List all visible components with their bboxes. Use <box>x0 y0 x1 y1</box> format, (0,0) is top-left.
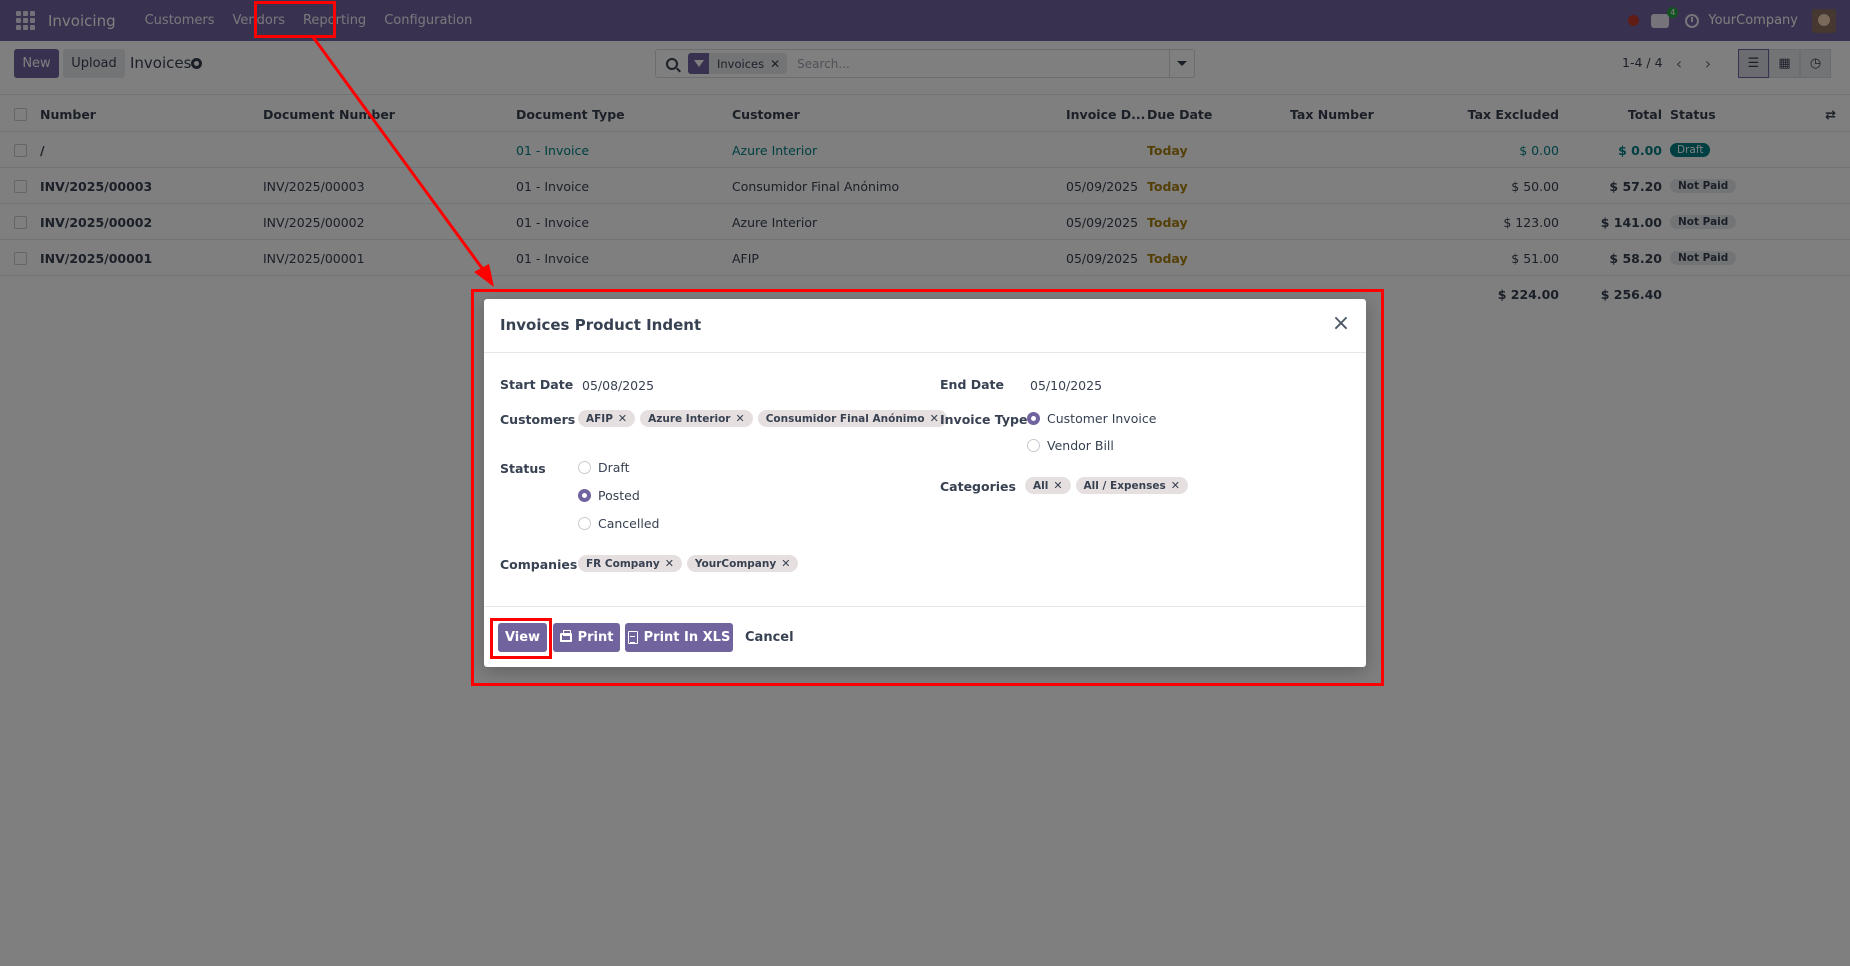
customer-tag: Consumidor Final Anónimo ✕ <box>757 410 947 427</box>
invoice-type-radio-vendor[interactable]: Vendor Bill <box>1027 438 1114 453</box>
tag-label: AFIP <box>586 412 613 425</box>
dialog-title: Invoices Product Indent <box>500 316 702 334</box>
tag-label: Consumidor Final Anónimo <box>765 412 925 425</box>
print-xls-button-label: Print In XLS <box>643 630 731 645</box>
category-tag: All ✕ <box>1025 477 1071 494</box>
tag-remove-icon[interactable]: ✕ <box>735 412 744 425</box>
status-radio-cancelled[interactable]: Cancelled <box>578 516 659 531</box>
view-button[interactable]: View <box>498 623 547 652</box>
dialog-header: Invoices Product Indent × <box>484 299 1366 353</box>
companies-field[interactable]: FR Company ✕ YourCompany ✕ <box>578 555 799 572</box>
tag-remove-icon[interactable]: ✕ <box>781 557 790 570</box>
customers-field[interactable]: AFIP ✕ Azure Interior ✕ Consumidor Final A… <box>578 410 947 427</box>
dialog-footer: View Print Print In XLS Cancel <box>484 606 1366 667</box>
printer-icon <box>559 630 572 642</box>
category-tag: All / Expenses ✕ <box>1075 477 1188 494</box>
tag-label: All <box>1033 479 1049 492</box>
status-label: Status <box>500 461 546 476</box>
end-date-field[interactable]: 05/10/2025 <box>1030 378 1102 393</box>
tag-remove-icon[interactable]: ✕ <box>665 557 674 570</box>
invoice-type-label: Invoice Type <box>940 412 1028 427</box>
radio-icon <box>578 517 591 530</box>
customer-tag: Azure Interior ✕ <box>640 410 753 427</box>
status-radio-draft[interactable]: Draft <box>578 460 630 475</box>
radio-label: Cancelled <box>598 516 660 531</box>
radio-label: Customer Invoice <box>1047 411 1157 426</box>
report-dialog: Invoices Product Indent × Start Date 05/… <box>484 299 1366 667</box>
categories-field[interactable]: All ✕ All / Expenses ✕ <box>1025 477 1188 494</box>
radio-label: Posted <box>598 488 640 503</box>
tag-label: YourCompany <box>694 557 777 570</box>
end-date-label: End Date <box>940 377 1005 392</box>
tag-remove-icon[interactable]: ✕ <box>618 412 627 425</box>
tag-remove-icon[interactable]: ✕ <box>1171 479 1180 492</box>
print-button[interactable]: Print <box>553 623 620 652</box>
customer-tag: AFIP ✕ <box>578 410 636 427</box>
tag-label: All / Expenses <box>1083 479 1166 492</box>
file-excel-icon <box>627 631 638 644</box>
company-tag: YourCompany ✕ <box>686 555 799 572</box>
radio-icon <box>1027 439 1040 452</box>
cancel-button[interactable]: Cancel <box>745 623 794 652</box>
radio-label: Draft <box>598 460 630 475</box>
close-icon[interactable]: × <box>1330 313 1352 335</box>
start-date-field[interactable]: 05/08/2025 <box>582 378 654 393</box>
print-button-label: Print <box>577 630 614 645</box>
radio-label: Vendor Bill <box>1047 438 1114 453</box>
tag-remove-icon[interactable]: ✕ <box>930 412 939 425</box>
tag-remove-icon[interactable]: ✕ <box>1053 479 1062 492</box>
companies-label: Companies <box>500 557 578 572</box>
status-radio-posted[interactable]: Posted <box>578 488 640 503</box>
print-xls-button[interactable]: Print In XLS <box>625 623 733 652</box>
company-tag: FR Company ✕ <box>578 555 682 572</box>
customers-label: Customers <box>500 412 576 427</box>
radio-checked-icon <box>1027 412 1040 425</box>
invoice-type-radio-customer[interactable]: Customer Invoice <box>1027 411 1156 426</box>
start-date-label: Start Date <box>500 377 574 392</box>
radio-checked-icon <box>578 489 591 502</box>
tag-label: FR Company <box>586 557 660 570</box>
categories-label: Categories <box>940 479 1016 494</box>
radio-icon <box>578 461 591 474</box>
tag-label: Azure Interior <box>648 412 731 425</box>
